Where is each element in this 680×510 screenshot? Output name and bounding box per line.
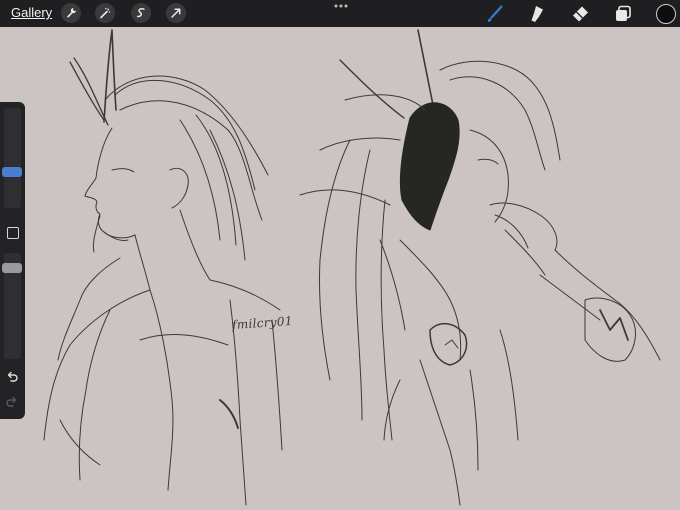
more-options-icon[interactable] [333,3,349,9]
selection-icon [136,8,145,18]
gallery-button[interactable]: Gallery [11,5,52,20]
drawing-canvas[interactable] [0,27,680,510]
actions-button[interactable] [61,3,81,23]
top-toolbar: Gallery [0,0,680,27]
wrench-icon [67,7,77,18]
brush-icon[interactable] [484,3,506,25]
magic-wand-icon [100,7,111,19]
layers-icon[interactable] [612,3,634,25]
transform-button[interactable] [166,3,186,23]
smudge-icon[interactable] [526,3,548,25]
transform-arrow-icon [171,8,181,18]
color-picker-button[interactable] [656,4,676,24]
selection-button[interactable] [131,3,151,23]
eraser-icon[interactable] [569,3,591,25]
adjustments-button[interactable] [95,3,115,23]
